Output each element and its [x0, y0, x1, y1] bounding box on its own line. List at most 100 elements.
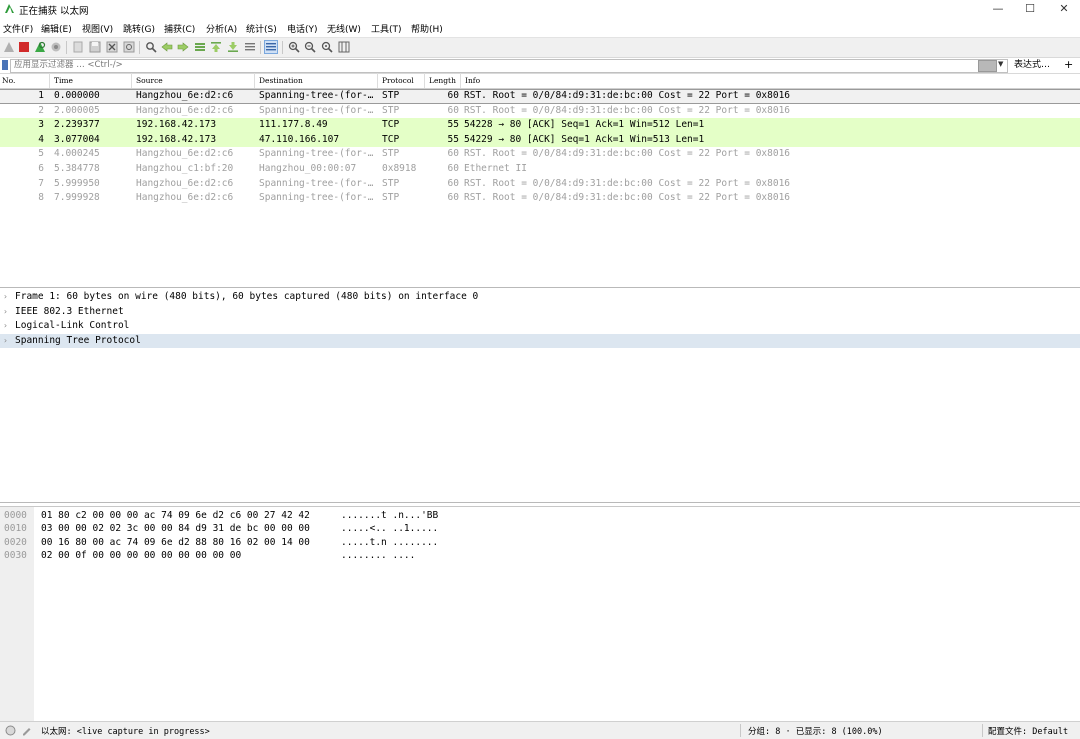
- minimize-button[interactable]: —: [980, 0, 1016, 18]
- packet-cell-info: 54229 → 80 [ACK] Seq=1 Ack=1 Win=513 Len…: [464, 133, 705, 145]
- open-file-icon[interactable]: [72, 41, 84, 53]
- chevron-down-icon[interactable]: ▼: [998, 60, 1003, 68]
- menu-view[interactable]: 视图(V): [82, 22, 113, 35]
- column-header-no[interactable]: No.: [2, 76, 15, 85]
- packet-cell-destination: Spanning-tree-(for-…: [259, 192, 374, 204]
- profile-selector[interactable]: 配置文件: Default: [988, 725, 1068, 737]
- menu-tools[interactable]: 工具(T): [371, 22, 402, 35]
- toolbar-separator: [260, 41, 261, 54]
- packet-cell-protocol: STP: [382, 192, 400, 204]
- add-filter-button[interactable]: +: [1064, 58, 1073, 72]
- packet-cell-source: 192.168.42.173: [136, 119, 217, 131]
- packet-row[interactable]: 8 7.999928 Hangzhou_6e:d2:c6 Spanning-tree-…: [0, 191, 1080, 206]
- menu-edit[interactable]: 编辑(E): [41, 22, 72, 35]
- column-header-protocol[interactable]: Protocol: [382, 76, 414, 85]
- go-last-icon[interactable]: [227, 41, 239, 53]
- go-first-icon[interactable]: [210, 41, 222, 53]
- column-header-info[interactable]: Info: [465, 76, 480, 85]
- chevron-right-icon[interactable]: ›: [3, 305, 8, 320]
- display-filter-input[interactable]: [10, 59, 1008, 73]
- go-to-packet-icon[interactable]: [194, 41, 206, 53]
- zoom-reset-icon[interactable]: [321, 41, 333, 53]
- packet-cell-length: 60: [447, 90, 459, 101]
- packet-cell-no: 5: [38, 148, 44, 160]
- zoom-out-icon[interactable]: [304, 41, 316, 53]
- chevron-right-icon[interactable]: ›: [3, 290, 8, 305]
- packet-cell-no: 8: [38, 192, 44, 204]
- zoom-in-icon[interactable]: [288, 41, 300, 53]
- packet-row[interactable]: 6 5.384778 Hangzhou_c1:bf:20 Hangzhou_00:00…: [0, 162, 1080, 177]
- expression-button[interactable]: 表达式…: [1014, 59, 1050, 72]
- detail-tree-label: Spanning Tree Protocol: [15, 334, 141, 346]
- apply-filter-arrow-icon[interactable]: [978, 60, 997, 72]
- hex-dump-hex: 03 00 00 02 02 3c 00 00 84 d9 31 de bc 0…: [41, 523, 310, 535]
- reload-file-icon[interactable]: [123, 41, 135, 53]
- column-header-time[interactable]: Time: [54, 76, 73, 85]
- chevron-right-icon[interactable]: ›: [3, 319, 8, 334]
- packet-bytes-pane: 0000 01 80 c2 00 00 00 ac 74 09 6e d2 c6 …: [0, 506, 1080, 721]
- packet-cell-source: Hangzhou_6e:d2:c6: [136, 104, 234, 116]
- menu-telephony[interactable]: 电话(Y): [287, 22, 318, 35]
- packet-row[interactable]: 3 2.239377 192.168.42.173 111.177.8.49 TCP 55…: [0, 118, 1080, 133]
- column-header-destination[interactable]: Destination: [259, 76, 303, 85]
- chevron-right-icon[interactable]: ›: [3, 334, 8, 349]
- packet-cell-protocol: STP: [382, 104, 400, 116]
- close-button[interactable]: ✕: [1046, 0, 1080, 18]
- column-header-length[interactable]: Length: [429, 76, 456, 85]
- colorize-icon[interactable]: [264, 40, 278, 54]
- packet-row[interactable]: 7 5.999950 Hangzhou_6e:d2:c6 Spanning-tree-…: [0, 177, 1080, 192]
- packet-row[interactable]: 2 2.000005 Hangzhou_6e:d2:c6 Spanning-tree-…: [0, 104, 1080, 119]
- go-back-icon[interactable]: [161, 41, 173, 53]
- column-divider[interactable]: [377, 73, 378, 88]
- start-capture-icon[interactable]: [3, 41, 15, 53]
- expert-info-icon[interactable]: [5, 725, 16, 736]
- main-toolbar: [0, 37, 1080, 57]
- bookmark-icon[interactable]: [2, 60, 8, 70]
- close-file-icon[interactable]: [106, 41, 118, 53]
- menu-help[interactable]: 帮助(H): [411, 22, 443, 35]
- menu-statistics[interactable]: 统计(S): [246, 22, 277, 35]
- edit-comment-icon[interactable]: [21, 725, 32, 736]
- menu-analyze[interactable]: 分析(A): [206, 22, 237, 35]
- menu-go[interactable]: 跳转(G): [123, 22, 155, 35]
- packet-row[interactable]: 4 3.077004 192.168.42.173 47.110.166.107 TCP…: [0, 132, 1080, 148]
- column-divider[interactable]: [131, 73, 132, 88]
- packet-cell-time: 4.000245: [54, 148, 100, 160]
- detail-tree-item[interactable]: › Frame 1: 60 bytes on wire (480 bits), 6…: [0, 290, 1080, 305]
- resize-columns-icon[interactable]: [338, 41, 350, 53]
- menu-file[interactable]: 文件(F): [3, 22, 33, 35]
- column-divider[interactable]: [460, 73, 461, 88]
- packet-cell-destination: 47.110.166.107: [259, 133, 340, 145]
- capture-options-icon[interactable]: [50, 41, 62, 53]
- packet-cell-destination: Spanning-tree-(for-…: [259, 177, 374, 189]
- packet-cell-source: Hangzhou_6e:d2:c6: [136, 177, 234, 189]
- packet-cell-time: 2.000005: [54, 104, 100, 116]
- restart-capture-icon[interactable]: [34, 41, 46, 53]
- menu-wireless[interactable]: 无线(W): [327, 22, 361, 35]
- detail-tree-item[interactable]: › Logical-Link Control: [0, 319, 1080, 334]
- go-forward-icon[interactable]: [177, 41, 189, 53]
- detail-tree-item[interactable]: › Spanning Tree Protocol: [0, 333, 1080, 349]
- save-file-icon[interactable]: [89, 41, 101, 53]
- stop-capture-icon[interactable]: [18, 41, 30, 53]
- packet-row[interactable]: 5 4.000245 Hangzhou_6e:d2:c6 Spanning-tree-…: [0, 147, 1080, 162]
- hex-dump-offset: 0000: [4, 510, 27, 521]
- column-divider[interactable]: [254, 73, 255, 88]
- column-header-source[interactable]: Source: [136, 76, 163, 85]
- packet-cell-no: 1: [38, 90, 44, 101]
- auto-scroll-icon[interactable]: [244, 41, 256, 53]
- packet-cell-destination: 111.177.8.49: [259, 119, 328, 131]
- column-divider[interactable]: [424, 73, 425, 88]
- column-divider[interactable]: [49, 73, 50, 88]
- packet-cell-protocol: TCP: [382, 119, 400, 131]
- status-separator: [740, 724, 741, 737]
- packet-row[interactable]: 1 0.000000 Hangzhou_6e:d2:c6 Spanning-tree-…: [0, 89, 1080, 104]
- hex-dump-ascii: .....<.. ..1.....: [341, 523, 439, 535]
- menu-capture[interactable]: 捕获(C): [164, 22, 195, 35]
- packet-cell-time: 0.000000: [54, 90, 100, 101]
- find-packet-icon[interactable]: [145, 41, 157, 53]
- packet-cell-no: 3: [38, 119, 44, 131]
- maximize-button[interactable]: ☐: [1012, 0, 1048, 18]
- detail-tree-item[interactable]: › IEEE 802.3 Ethernet: [0, 305, 1080, 320]
- packet-cell-info: RST. Root = 0/0/84:d9:31:de:bc:00 Cost =…: [464, 148, 791, 160]
